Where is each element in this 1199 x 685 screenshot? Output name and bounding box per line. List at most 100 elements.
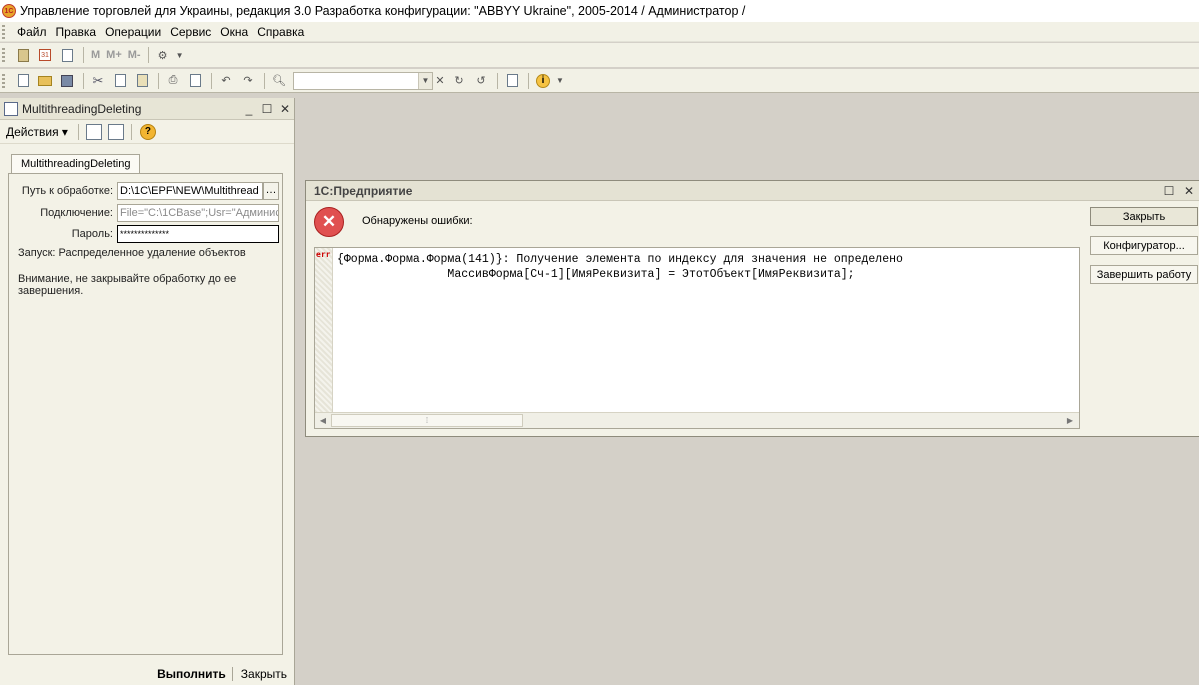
panel-footer: Выполнить Закрыть	[0, 663, 295, 685]
find-next-icon: ↻	[454, 75, 464, 87]
password-label: Пароль:	[71, 228, 113, 240]
calendar-icon: 31	[39, 49, 51, 61]
panel-header: MultithreadingDeleting _ ☐ ✕	[0, 98, 294, 120]
info-dropdown[interactable]: ▼	[555, 71, 565, 91]
note-button[interactable]	[57, 45, 77, 65]
copy-doc-icon[interactable]	[85, 123, 102, 140]
clear-icon: ✕	[435, 75, 445, 87]
toolbar-separator	[83, 72, 84, 89]
menu-bar: Файл Правка Операции Сервис Окна Справка	[0, 22, 1199, 42]
memory-minus-button[interactable]: M-	[125, 49, 144, 61]
toolbar-separator	[147, 47, 149, 63]
warning-text: Внимание, не закрывайте обработку до ее …	[18, 273, 237, 297]
dialog-close-action-button[interactable]: Закрыть	[1090, 207, 1198, 226]
panel-tabs: MultithreadingDeleting	[11, 154, 141, 174]
path-field[interactable]: D:\1C\EPF\NEW\Multithread	[117, 182, 263, 200]
configurator-button[interactable]: Конфигуратор...	[1090, 236, 1198, 255]
menu-operations[interactable]: Операции	[101, 25, 165, 39]
panel-title: MultithreadingDeleting	[22, 101, 142, 116]
undo-button[interactable]: ↶	[216, 71, 236, 91]
memory-button[interactable]: M	[88, 49, 103, 61]
print-button[interactable]: ⎙	[163, 71, 183, 91]
scroll-thumb[interactable]: ⁞	[331, 414, 523, 427]
help-icon[interactable]: ?	[139, 123, 156, 140]
maximize-button[interactable]: ☐	[258, 102, 276, 116]
browse-button[interactable]: …	[263, 182, 279, 200]
chevron-down-icon[interactable]: ▼	[418, 72, 432, 89]
menu-grip	[2, 24, 5, 39]
settings-button[interactable]: ⚙	[153, 45, 173, 65]
windows-icon	[506, 74, 518, 87]
toolbar-separator	[77, 123, 79, 140]
error-dialog: 1С:Предприятие ☐ ✕ ✕ Обнаружены ошибки: …	[305, 180, 1199, 437]
clear-search-button[interactable]: ✕	[433, 71, 447, 91]
calculator-icon	[17, 48, 29, 62]
error-marker: err	[316, 250, 331, 259]
close-panel-button[interactable]: Закрыть	[233, 667, 295, 681]
menu-edit[interactable]: Правка	[52, 25, 101, 39]
redo-button[interactable]: ↷	[238, 71, 258, 91]
dialog-maximize-button[interactable]: ☐	[1159, 184, 1179, 198]
info-button[interactable]: i	[533, 71, 553, 91]
title-bar: 1С Управление торговлей для Украины, ред…	[0, 0, 1199, 22]
minimize-button[interactable]: _	[240, 102, 258, 116]
settings-dropdown[interactable]: ▼	[175, 45, 185, 65]
error-text: {Форма.Форма.Форма(141)}: Получение элем…	[337, 252, 903, 282]
save-button[interactable]	[57, 71, 77, 91]
paste-button[interactable]	[132, 71, 152, 91]
calendar-button[interactable]: 31	[35, 45, 55, 65]
toolbar-separator	[264, 72, 265, 89]
path-label: Путь к обработке:	[21, 185, 113, 197]
search-button[interactable]: 🔍︎	[269, 71, 289, 91]
find-prev-button[interactable]: ↺	[471, 71, 491, 91]
menu-service[interactable]: Сервис	[166, 25, 215, 39]
memory-plus-button[interactable]: M+	[103, 49, 125, 61]
copy-button[interactable]	[110, 71, 130, 91]
toolbar-separator	[497, 72, 498, 89]
panel-actions-bar: Действия ▾ ?	[0, 120, 294, 144]
calculator-button[interactable]	[13, 45, 33, 65]
preview-button[interactable]	[185, 71, 205, 91]
connection-label: Подключение:	[40, 207, 113, 219]
finish-work-button[interactable]: Завершить работу	[1090, 265, 1198, 284]
open-button[interactable]	[35, 71, 55, 91]
window-title: Управление торговлей для Украины, редакц…	[20, 4, 746, 18]
toolbar-separator	[211, 72, 212, 89]
error-line-2: МассивФорма[Сч-1][ИмяРеквизита] = ЭтотОб…	[337, 268, 855, 281]
new-button[interactable]	[13, 71, 33, 91]
find-next-button[interactable]: ↻	[449, 71, 469, 91]
run-button[interactable]: Выполнить	[151, 667, 233, 681]
new-doc-icon	[17, 74, 29, 87]
menu-file[interactable]: Файл	[13, 25, 51, 39]
export-icon[interactable]	[107, 123, 124, 140]
app-logo-icon: 1С	[2, 4, 16, 18]
cut-button[interactable]: ✂	[88, 71, 108, 91]
dialog-message: Обнаружены ошибки:	[362, 215, 473, 227]
text-gutter: err	[315, 248, 333, 412]
scroll-left-icon[interactable]: ◀	[316, 415, 330, 427]
error-line-1: {Форма.Форма.Форма(141)}: Получение элем…	[337, 253, 903, 266]
error-text-area[interactable]: err {Форма.Форма.Форма(141)}: Получение …	[314, 247, 1080, 429]
toolbar-separator	[528, 72, 529, 89]
redo-icon: ↷	[243, 75, 253, 87]
menu-windows[interactable]: Окна	[216, 25, 252, 39]
save-icon	[61, 74, 73, 87]
dialog-title: 1С:Предприятие	[314, 183, 413, 198]
menu-help[interactable]: Справка	[253, 25, 308, 39]
horizontal-scrollbar[interactable]: ◀ ⁞ ▶	[315, 412, 1079, 428]
note-icon	[61, 48, 73, 62]
toolbar-separator	[130, 123, 132, 140]
scroll-right-icon[interactable]: ▶	[1063, 415, 1077, 427]
connection-field[interactable]: File="C:\1CBase";Usr="Админис	[117, 204, 279, 222]
copy-icon	[114, 74, 126, 87]
undo-icon: ↶	[221, 75, 231, 87]
windows-button[interactable]	[502, 71, 522, 91]
toolbar-separator	[83, 47, 84, 63]
print-icon: ⎙	[168, 74, 178, 86]
close-button[interactable]: ✕	[276, 102, 294, 116]
actions-menu[interactable]: Действия ▾	[6, 125, 68, 139]
tab-multithreading-deleting[interactable]: MultithreadingDeleting	[11, 154, 141, 174]
search-input[interactable]: ▼	[293, 71, 433, 90]
dialog-close-button[interactable]: ✕	[1179, 184, 1199, 198]
password-field[interactable]: **************	[117, 225, 279, 243]
